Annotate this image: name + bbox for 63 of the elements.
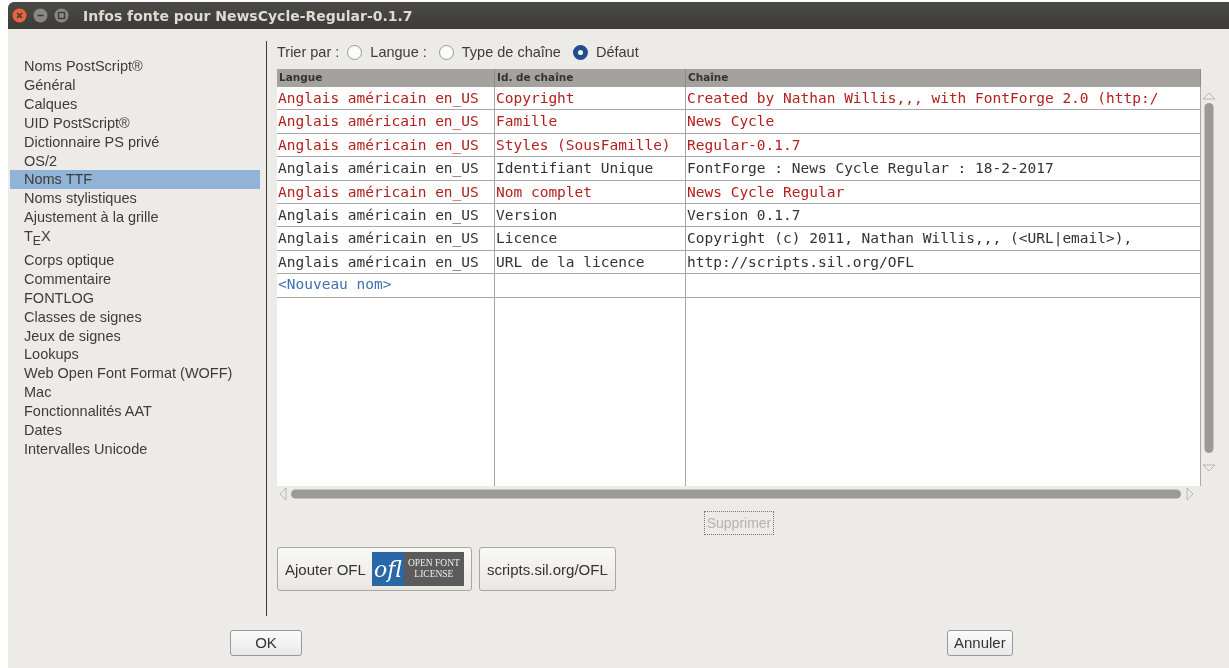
table-cell: Regular-0.1.7 xyxy=(686,133,1201,157)
sidebar-item[interactable]: Commentaire xyxy=(10,269,260,289)
column-header[interactable]: Chaîne xyxy=(686,69,1201,87)
table-cell: Anglais américain en_US xyxy=(277,227,495,250)
radio-button[interactable] xyxy=(572,44,588,60)
table-cell: Anglais américain en_US xyxy=(277,157,495,180)
close-icon[interactable] xyxy=(12,8,27,23)
table-cell: News Cycle Regular xyxy=(686,180,1201,203)
table-cell: Anglais américain en_US xyxy=(277,203,495,227)
sidebar-item[interactable]: Ajustement à la grille xyxy=(10,208,260,228)
sidebar-item[interactable]: Dates xyxy=(10,421,260,440)
sidebar-item[interactable]: OS/2 xyxy=(10,151,260,171)
table-cell: Copyright xyxy=(495,87,686,110)
radio-label[interactable]: Type de chaîne xyxy=(461,44,561,60)
sidebar-item[interactable]: Calques xyxy=(10,94,260,114)
table-cell: Created by Nathan Willis,,, with FontForge 2.0 (http:/ xyxy=(686,87,1201,110)
table-cell: Anglais américain en_US xyxy=(277,87,495,110)
sidebar-item[interactable]: Noms stylistiques xyxy=(10,189,260,209)
table-cell: FontForge : News Cycle Regular : 18-2-2017 xyxy=(686,157,1201,180)
table-cell: http://scripts.sil.org/OFL xyxy=(686,250,1201,274)
table-cell: Nom complet xyxy=(495,180,686,203)
column-header[interactable]: Langue xyxy=(277,69,495,87)
sort-label: Trier par : xyxy=(277,44,340,60)
sidebar-item[interactable]: Classes de signes xyxy=(10,307,260,327)
maximize-icon[interactable] xyxy=(54,8,69,23)
table-cell: Anglais américain en_US xyxy=(277,110,495,133)
cancel-button[interactable]: Annuler xyxy=(947,629,1013,656)
table-cell: Anglais américain en_US xyxy=(277,250,495,274)
sidebar-item[interactable]: Général xyxy=(10,75,260,95)
table-cell: Anglais américain en_US xyxy=(277,180,495,203)
radio-button[interactable] xyxy=(347,44,363,60)
column-header[interactable]: Id. de chaîne xyxy=(495,69,686,87)
ok-button[interactable]: OK xyxy=(230,629,302,656)
sidebar-item[interactable]: Noms PostScript® xyxy=(10,57,260,76)
window-title: Infos fonte pour NewsCycle-Regular-0.1.7 xyxy=(83,7,413,24)
radio-label[interactable]: Langue : xyxy=(370,44,427,60)
table-cell: Famille xyxy=(495,110,686,133)
table-cell: Licence xyxy=(495,227,686,250)
radio-label[interactable]: Défaut xyxy=(595,44,639,60)
table-cell: URL de la licence xyxy=(495,250,686,274)
sidebar-item[interactable]: Lookups xyxy=(10,345,260,365)
sidebar-item[interactable]: Web Open Font Format (WOFF) xyxy=(10,364,260,384)
table-cell: Identifiant Unique xyxy=(495,157,686,180)
sidebar-item[interactable]: Dictionnaire PS privé xyxy=(10,132,260,152)
sidebar-item[interactable]: UID PostScript® xyxy=(10,113,260,133)
table-cell: News Cycle xyxy=(686,110,1201,133)
sidebar-item[interactable]: Intervalles Unicode xyxy=(10,440,260,459)
table-cell: Version xyxy=(495,203,686,227)
link-button[interactable]: scripts.sil.org/OFL xyxy=(478,547,616,591)
table-cell: Styles (SousFamille) xyxy=(495,133,686,157)
sidebar-item[interactable]: T$_{E}$X xyxy=(10,227,260,251)
sidebar-item[interactable]: FONTLOG xyxy=(10,288,260,308)
sidebar-item[interactable]: Corps optique xyxy=(10,250,260,270)
sidebar-item[interactable]: Noms TTF xyxy=(10,170,260,190)
sidebar-item[interactable]: Fonctionnalités AAT xyxy=(10,402,260,422)
table-cell: Copyright (c) 2011, Nathan Willis,,, (<URL|email>), xyxy=(686,227,1201,250)
minimize-icon[interactable] xyxy=(33,8,48,23)
sidebar-item[interactable]: Mac xyxy=(10,383,260,403)
table-cell: Anglais américain en_US xyxy=(277,133,495,157)
new-name-cell[interactable]: <Nouveau nom> xyxy=(277,274,495,297)
radio-button[interactable] xyxy=(438,44,454,60)
sidebar-item[interactable]: Jeux de signes xyxy=(10,326,260,346)
table-cell: Version 0.1.7 xyxy=(686,203,1201,227)
